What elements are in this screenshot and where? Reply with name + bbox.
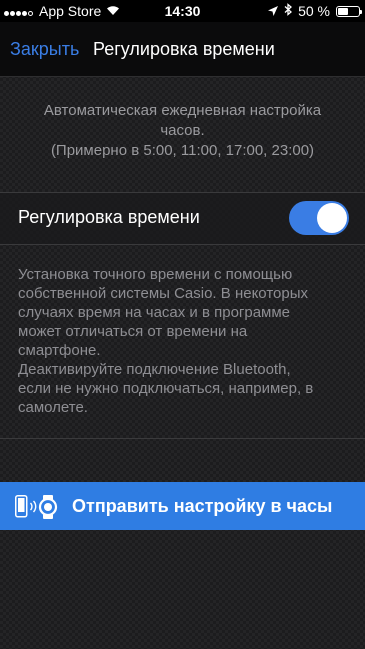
info-line: Установка точного времени с помощью <box>18 266 293 283</box>
phone-to-watch-icon <box>15 494 61 525</box>
info-line: случаях время на часах и в программе <box>18 304 291 321</box>
bluetooth-icon <box>284 3 293 19</box>
nav-bar: Закрыть Регулировка времени <box>0 22 365 77</box>
time-adjust-toggle[interactable] <box>289 201 349 235</box>
status-bar: App Store 14:30 50 % <box>0 0 365 22</box>
auto-adjust-description: Автоматическая ежедневная настройка часо… <box>0 101 365 161</box>
auto-adjust-line: Автоматическая ежедневная настройка <box>43 102 322 119</box>
info-line: самолете. <box>18 399 88 416</box>
info-text: Установка точного времени с помощью собс… <box>18 265 363 417</box>
battery-text: 50 % <box>298 3 330 19</box>
toggle-knob <box>317 203 347 233</box>
time-adjust-row: Регулировка времени <box>0 192 365 245</box>
time-adjust-label: Регулировка времени <box>18 207 200 227</box>
location-arrow-icon <box>268 3 279 19</box>
divider <box>0 438 365 439</box>
send-settings-label: Отправить настройку в часы <box>72 496 333 516</box>
info-line: Деактивируйте подключение Bluetooth, <box>18 361 291 378</box>
auto-adjust-line: часов. <box>160 122 205 139</box>
info-line: смартфоне. <box>18 342 101 359</box>
auto-adjust-schedule: (Примерно в 5:00, 11:00, 17:00, 23:00) <box>50 142 315 159</box>
info-line: может отличаться от времени на <box>18 323 248 340</box>
page-title: Регулировка времени <box>93 39 275 59</box>
info-line: если не нужно подключаться, например, в <box>18 380 314 397</box>
battery-icon <box>336 5 362 17</box>
close-button[interactable]: Закрыть <box>10 39 79 60</box>
info-line: собственной системы Casio. В некоторых <box>18 285 308 302</box>
send-settings-button[interactable]: Отправить настройку в часы <box>0 482 365 530</box>
